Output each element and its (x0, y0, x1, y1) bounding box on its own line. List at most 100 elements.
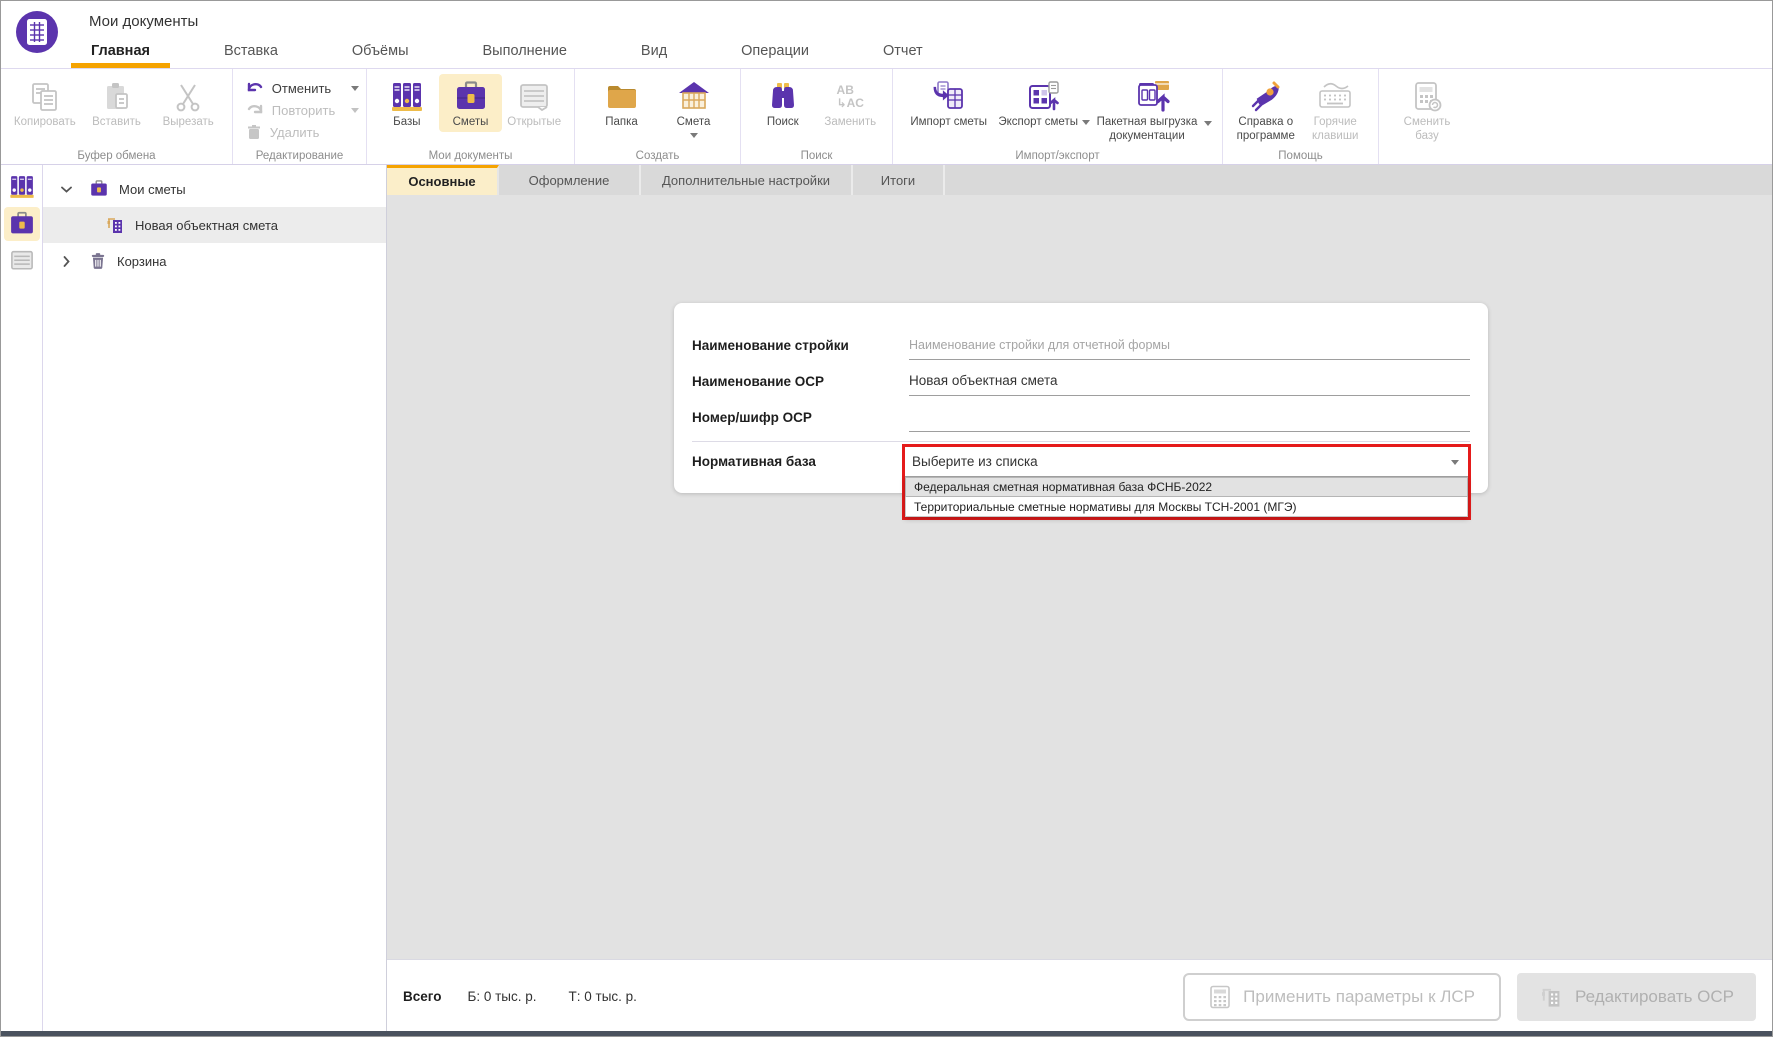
menu-tab-otchet[interactable]: Отчет (869, 34, 937, 68)
house-icon (675, 78, 713, 116)
osr-name-input[interactable] (909, 366, 1470, 396)
option-tsn-2001[interactable]: Территориальные сметные нормативы для Мо… (905, 497, 1468, 517)
folder-icon (604, 78, 640, 116)
construction-name-input[interactable] (909, 330, 1470, 360)
trash-icon (246, 124, 262, 140)
ribbon-group-help: Справка о программе Горячие клавиши Помо… (1223, 69, 1379, 164)
briefcase-icon (453, 78, 489, 116)
document-tree: Мои сметы Новая объектная смета (43, 165, 387, 1033)
mini-sidebar (1, 165, 43, 1033)
form-row-osr-name: Наименование ОСР (692, 365, 1470, 397)
delete-button[interactable]: Удалить (240, 124, 359, 140)
search-button[interactable]: Поиск (749, 74, 817, 132)
hotkeys-button[interactable]: Горячие клавиши (1301, 74, 1371, 146)
export-estimate-button[interactable]: Экспорт сметы (996, 74, 1092, 132)
select-dropdown-caret[interactable] (1451, 460, 1459, 465)
menu-tab-operacii[interactable]: Операции (727, 34, 823, 68)
option-fsnb-2022[interactable]: Федеральная сметная нормативная база ФСН… (905, 477, 1468, 497)
form-divider (692, 441, 1470, 442)
menu-tab-obyomy[interactable]: Объёмы (338, 34, 423, 68)
mini-opened-button[interactable] (4, 244, 40, 278)
trash-icon (89, 252, 107, 270)
base-total-value: Б: 0 тыс. р. (467, 989, 536, 1004)
tab-main[interactable]: Основные (387, 165, 499, 195)
ribbon-group-editing: Отменить Повторить Удалить Ред (233, 69, 367, 164)
ribbon-group-clipboard: Копировать Вставить Вырезать (1, 69, 233, 164)
content-canvas: Наименование стройки Наименование ОСР Но… (387, 195, 1772, 959)
about-button[interactable]: Справка о программе (1231, 74, 1301, 146)
tab-appearance[interactable]: Оформление (499, 165, 641, 195)
apply-parameters-button[interactable]: Применить параметры к ЛСР (1183, 973, 1501, 1021)
open-documents-icon (516, 78, 552, 116)
menu-tab-glavnaya[interactable]: Главная (77, 34, 164, 68)
opened-button[interactable]: Открытые (502, 74, 566, 132)
import-estimate-button[interactable]: Импорт сметы (901, 74, 996, 132)
ribbon: Копировать Вставить Вырезать (1, 69, 1772, 165)
change-base-button[interactable]: Сменить базу (1391, 74, 1463, 146)
edit-osr-button[interactable]: Редактировать ОСР (1517, 973, 1756, 1021)
rocket-icon (1248, 78, 1284, 116)
total-label: Всего (403, 989, 441, 1004)
open-documents-icon (8, 247, 36, 275)
new-estimate-dropdown-caret[interactable] (690, 133, 698, 138)
osr-number-input[interactable] (909, 402, 1470, 432)
binoculars-icon (765, 78, 801, 116)
chevron-right-icon[interactable] (59, 256, 73, 267)
replace-button[interactable]: AB↳AC Заменить (817, 74, 885, 132)
menu-tab-vstavka[interactable]: Вставка (210, 34, 292, 68)
export-dropdown-caret[interactable] (1082, 120, 1090, 125)
building-crane-icon (1539, 985, 1563, 1009)
cut-button[interactable]: Вырезать (152, 74, 224, 132)
batch-export-dropdown-caret[interactable] (1204, 121, 1212, 126)
estimates-button[interactable]: Сметы (439, 74, 503, 132)
redo-button[interactable]: Повторить (240, 102, 359, 118)
tab-totals[interactable]: Итоги (853, 165, 945, 195)
ribbon-group-create: Папка Смета Создать (575, 69, 741, 164)
folder-button[interactable]: Папка (586, 74, 658, 132)
content-tab-bar: Основные Оформление Дополнительные настр… (387, 165, 1772, 195)
mini-bases-button[interactable] (4, 170, 40, 204)
menu-tab-bar: Главная Вставка Объёмы Выполнение Вид Оп… (77, 34, 983, 68)
app-logo-icon (14, 9, 60, 55)
bases-button[interactable]: Базы (375, 74, 439, 132)
menu-tab-vid[interactable]: Вид (627, 34, 681, 68)
annotation-red-box: Выберите из списка Федеральная сметная н… (902, 444, 1471, 520)
building-crane-icon (105, 215, 125, 235)
app-window: Мои документы Главная Вставка Объёмы Вып… (0, 0, 1773, 1037)
current-total-value: Т: 0 тыс. р. (569, 989, 637, 1004)
keyboard-icon (1316, 78, 1354, 116)
ribbon-group-search: Поиск AB↳AC Заменить Поиск (741, 69, 893, 164)
status-bar: Всего Б: 0 тыс. р. Т: 0 тыс. р. Применит… (387, 959, 1772, 1033)
copy-icon (28, 78, 62, 116)
normative-base-select[interactable]: Выберите из списка (905, 447, 1468, 477)
undo-button[interactable]: Отменить (240, 80, 359, 96)
mini-estimates-button[interactable] (4, 207, 40, 241)
binders-icon (389, 78, 425, 116)
import-icon (930, 78, 968, 116)
paste-icon (100, 78, 134, 116)
scissors-icon (171, 78, 205, 116)
batch-export-button[interactable]: Пакетная выгрузка документации (1092, 74, 1214, 146)
calculator-refresh-icon (1409, 78, 1445, 116)
estimate-parameters-card: Наименование стройки Наименование ОСР Но… (674, 303, 1488, 493)
title-bar: Мои документы Главная Вставка Объёмы Вып… (1, 1, 1772, 69)
undo-dropdown-caret[interactable] (351, 86, 359, 91)
batch-export-icon (1133, 78, 1173, 116)
undo-icon (246, 80, 264, 96)
ribbon-group-import-export: Импорт сметы Экспорт сметы (893, 69, 1223, 164)
tree-item-trash[interactable]: Корзина (43, 243, 386, 279)
tree-item-my-estimates[interactable]: Мои сметы (43, 171, 386, 207)
copy-button[interactable]: Копировать (9, 74, 81, 132)
tab-additional-settings[interactable]: Дополнительные настройки (641, 165, 853, 195)
chevron-down-icon[interactable] (59, 186, 73, 193)
form-row-osr-number: Номер/шифр ОСР (692, 401, 1470, 433)
window-bottom-border (1, 1031, 1772, 1036)
redo-icon (246, 102, 264, 118)
paste-button[interactable]: Вставить (81, 74, 153, 132)
normative-base-options: Федеральная сметная нормативная база ФСН… (905, 477, 1468, 517)
briefcase-icon (8, 210, 36, 238)
menu-tab-vypolnenie[interactable]: Выполнение (469, 34, 581, 68)
new-estimate-button[interactable]: Смета (658, 74, 730, 140)
tree-item-new-object-estimate[interactable]: Новая объектная смета (43, 207, 386, 243)
redo-dropdown-caret[interactable] (351, 108, 359, 113)
